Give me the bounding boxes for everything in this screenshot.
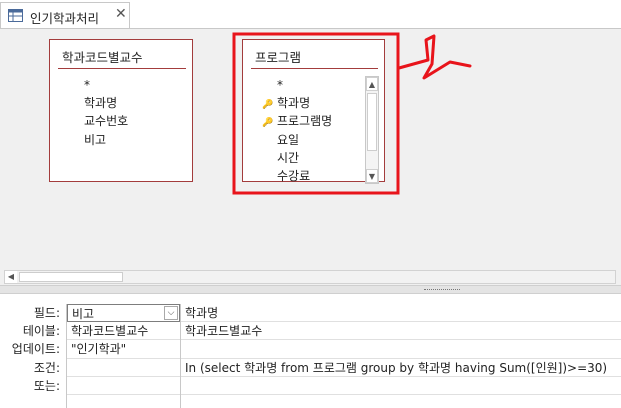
field-name: 교수번호 [84,114,129,129]
field-list-item[interactable]: 학과명 [50,94,192,112]
row-label-criteria: 조건: [33,360,60,375]
field-list-item[interactable]: * [50,76,192,94]
field-list-title[interactable]: 프로그램 [251,48,378,69]
field-list-item[interactable]: 시간 [243,149,364,167]
field-name: 프로그램명 [277,114,333,129]
or-cell[interactable] [181,377,621,395]
field-list-item[interactable]: 비고 [50,131,192,149]
row-label-update: 업데이트: [11,342,60,357]
field-list-학과코드별교수[interactable]: 학과코드별교수 * 학과명교수번호비고 [49,39,193,182]
criteria-cell[interactable]: In (select 학과명 from 프로그램 group by 학과명 ha… [181,359,621,377]
grid-column-2: 학과명 학과코드별교수 In (select 학과명 from 프로그램 gro… [180,304,621,408]
field-name: 수강료 [277,168,311,183]
close-icon[interactable]: ✕ [115,6,127,22]
field-value: 비고 [72,307,95,321]
row-label-field: 필드: [33,306,60,320]
scroll-up-icon[interactable]: ▲ [366,77,378,91]
scroll-thumb[interactable] [19,272,123,282]
field-cell[interactable]: 학과명 [181,304,621,323]
update-cell[interactable]: "인기학과" [67,340,180,359]
query-design-grid: 필드: 테이블: 업데이트: 조건: 또는: 비고 ⌵ 학과코드별교수 "인기학… [0,294,621,408]
field-list-item[interactable]: 요일 [243,131,364,149]
field-list-item[interactable]: 수강료 [243,167,364,185]
chevron-down-icon[interactable]: ⌵ [164,306,178,320]
table-cell[interactable]: 학과코드별교수 [181,322,621,341]
grid-row-labels: 필드: 테이블: 업데이트: 조건: 또는: [0,304,66,395]
field-name: 학과명 [84,96,118,111]
design-horizontal-scrollbar[interactable]: ◀ [4,270,616,284]
table-design-pane: 학과코드별교수 * 학과명교수번호비고 프로그램 * 🔑 학과명 🔑 프로그램명요일시간수… [0,28,621,285]
field-list-item[interactable]: 🔑 프로그램명 [243,112,364,130]
field-list-scrollbar[interactable]: ▲ ▼ [365,76,379,184]
scroll-down-icon[interactable]: ▼ [366,169,378,183]
update-cell[interactable] [181,340,621,359]
grid-column-1: 비고 ⌵ 학과코드별교수 "인기학과" [66,304,180,408]
query-icon [8,9,23,22]
field-list-items: * 학과명교수번호비고 [50,76,192,149]
field-list-item[interactable]: 교수번호 [50,112,192,130]
field-list-프로그램[interactable]: 프로그램 * 🔑 학과명 🔑 프로그램명요일시간수강료 ▲ ▼ [242,39,385,185]
table-cell[interactable]: 학과코드별교수 [67,322,180,341]
field-name: * [277,78,283,92]
tab-query[interactable]: 인기학과처리 ✕ [0,2,130,28]
field-name: 요일 [277,132,300,147]
row-label-table: 테이블: [22,324,60,339]
field-name: 시간 [277,150,300,165]
field-list-item[interactable]: * [243,76,364,94]
field-list-item[interactable]: 🔑 학과명 [243,94,364,112]
or-cell[interactable] [67,377,180,395]
field-list-items: * 🔑 학과명 🔑 프로그램명요일시간수강료 [243,76,364,185]
row-label-or: 또는: [33,378,60,393]
tab-label: 인기학과처리 [30,11,100,26]
field-cell[interactable]: 비고 ⌵ [67,304,180,323]
splitter-grip[interactable] [424,289,460,292]
field-list-title[interactable]: 학과코드별교수 [58,48,186,69]
tab-strip: 인기학과처리 ✕ [0,0,621,28]
scroll-thumb[interactable] [367,93,377,151]
field-name: 학과명 [277,96,311,111]
criteria-cell[interactable] [67,359,180,377]
scroll-left-icon[interactable]: ◀ [5,271,17,283]
pane-splitter[interactable] [0,285,621,294]
field-name: 비고 [84,132,107,147]
field-name: * [84,78,90,92]
